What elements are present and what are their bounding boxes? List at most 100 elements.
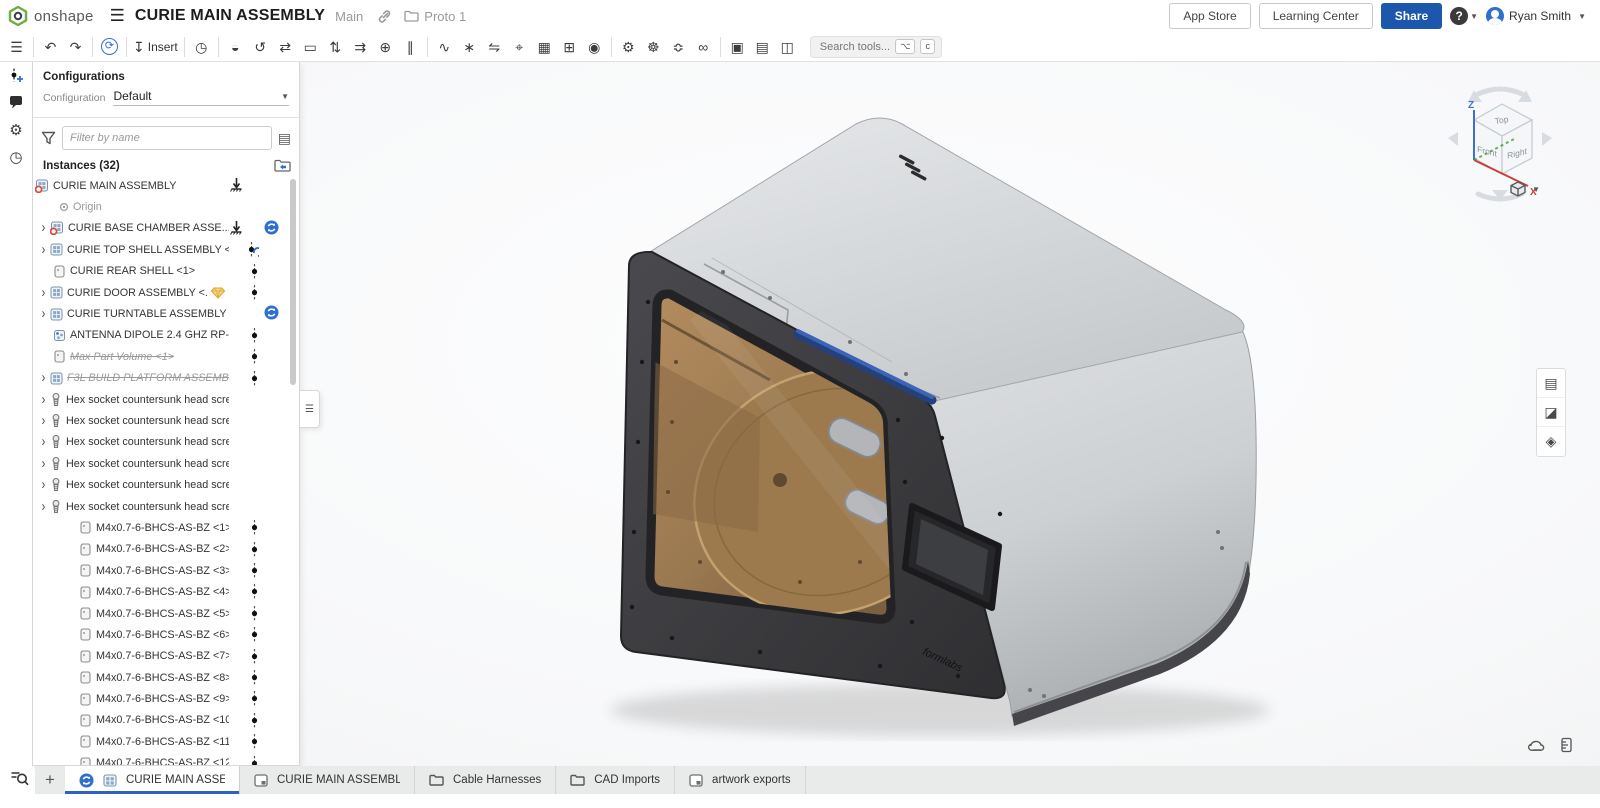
search-tools-input[interactable]: Search tools...⌥c — [810, 36, 942, 58]
onshape-logo[interactable]: onshape — [0, 6, 104, 26]
mate-icon[interactable] — [250, 562, 259, 579]
snap-mode-icon[interactable]: ⌖ — [507, 35, 532, 59]
gear-relation-icon[interactable]: ☸ — [641, 35, 666, 59]
insert-icon[interactable]: ↧Insert — [131, 35, 180, 59]
print-preview-icon[interactable] — [1528, 737, 1545, 758]
branch-name[interactable]: Main — [335, 9, 363, 24]
update-all-icon[interactable]: ⟳ — [97, 35, 122, 59]
link-icon[interactable] — [377, 9, 392, 24]
tree-item[interactable]: M4x0.7-6-BHCS-AS-BZ <7> — [33, 646, 299, 667]
learning-center-button[interactable]: Learning Center — [1259, 3, 1373, 29]
document-tab[interactable]: artwork exports — [675, 766, 806, 794]
mate-icon[interactable] — [250, 348, 259, 365]
view-options-button[interactable]: ▼ — [1509, 180, 1540, 198]
tree-item[interactable]: ›Hex socket countersunk head screw M4x..… — [33, 432, 299, 453]
planar-mate-icon[interactable]: ▭ — [298, 35, 323, 59]
mate-icon[interactable] — [250, 669, 259, 686]
update-icon[interactable] — [264, 305, 279, 320]
tree-item[interactable]: CURIE MAIN ASSEMBLY — [33, 175, 299, 196]
tree-item[interactable]: Origin — [33, 196, 299, 217]
tree-item[interactable]: ›CURIE TURNTABLE ASSEMBLY <... — [33, 303, 299, 324]
expand-arrow-icon[interactable]: › — [37, 499, 50, 515]
tree-item[interactable]: Max Part Volume <1> — [33, 346, 299, 367]
redo-icon[interactable]: ↷ — [63, 35, 88, 59]
view-cube[interactable]: Top Front Right Z X — [1430, 82, 1570, 207]
user-menu[interactable]: Ryan Smith ▼ — [1486, 7, 1586, 25]
linear-pattern-icon[interactable]: ▦ — [532, 35, 557, 59]
expand-arrow-icon[interactable]: › — [37, 306, 50, 322]
relation-icon[interactable]: ⚙ — [616, 35, 641, 59]
share-button[interactable]: Share — [1381, 3, 1442, 29]
expand-arrow-icon[interactable]: › — [37, 435, 50, 451]
versions-panel-icon[interactable]: ⚙ — [0, 116, 32, 143]
filter-icon[interactable] — [41, 131, 56, 145]
screw-relation-icon[interactable]: ≎ — [666, 35, 691, 59]
tree-item[interactable]: M4x0.7-6-BHCS-AS-BZ <1> — [33, 517, 299, 538]
document-tab[interactable]: CURIE MAIN ASSEM... — [65, 766, 240, 794]
cylindrical-mate-icon[interactable]: ⇅ — [323, 35, 348, 59]
tree-item[interactable]: M4x0.7-6-BHCS-AS-BZ <12> — [33, 753, 299, 765]
pin-slot-mate-icon[interactable]: ⇉ — [348, 35, 373, 59]
tree-item[interactable]: ›Hex socket countersunk head screw M4x..… — [33, 453, 299, 474]
mate-update-icon[interactable] — [247, 241, 259, 258]
mate-icon[interactable] — [250, 519, 259, 536]
update-icon[interactable] — [264, 220, 279, 235]
undo-icon[interactable]: ↶ — [38, 35, 63, 59]
tree-item[interactable]: M4x0.7-6-BHCS-AS-BZ <8> — [33, 667, 299, 688]
mate-icon[interactable] — [250, 541, 259, 558]
bom-table-icon[interactable]: ▤ — [1537, 369, 1565, 398]
tree-item[interactable]: M4x0.7-6-BHCS-AS-BZ <2> — [33, 539, 299, 560]
tree-item[interactable]: ›Hex socket countersunk head screw M4x..… — [33, 410, 299, 431]
tree-item[interactable]: M4x0.7-6-BHCS-AS-BZ <5> — [33, 603, 299, 624]
tree-item[interactable]: CURIE REAR SHELL <1> — [33, 261, 299, 282]
exploded-view-icon[interactable]: ◈ — [1537, 427, 1565, 456]
tree-item[interactable]: M4x0.7-6-BHCS-AS-BZ <10> — [33, 710, 299, 731]
belt-relation-icon[interactable]: ∞ — [691, 35, 716, 59]
scale-bar-icon[interactable] — [1559, 737, 1574, 758]
mate-icon[interactable] — [250, 370, 259, 387]
filter-input[interactable] — [62, 126, 272, 150]
replace-instance-icon[interactable]: ⇋ — [482, 35, 507, 59]
expand-arrow-icon[interactable]: › — [37, 242, 50, 258]
comments-panel-icon[interactable] — [0, 89, 32, 116]
add-tab-button[interactable]: + — [35, 766, 65, 794]
mate-icon[interactable] — [250, 690, 259, 707]
expand-arrow-icon[interactable]: › — [37, 221, 50, 237]
mate-icon[interactable] — [250, 648, 259, 665]
mate-icon[interactable] — [250, 605, 259, 622]
tree-item[interactable]: ANTENNA DIPOLE 2.4 GHZ RP-S... — [33, 325, 299, 346]
fastened-mate-icon[interactable]: ◒ — [223, 35, 248, 59]
mate-icon[interactable] — [250, 712, 259, 729]
appearance-icon[interactable]: ◉ — [582, 35, 607, 59]
scrollbar[interactable] — [290, 179, 296, 385]
project-folder[interactable]: Proto 1 — [404, 9, 466, 24]
bom-table-icon[interactable]: ⊞ — [557, 35, 582, 59]
edit-in-context-icon[interactable]: ▤ — [750, 35, 775, 59]
expand-arrow-icon[interactable]: › — [37, 392, 50, 408]
slider-mate-icon[interactable]: ⇄ — [273, 35, 298, 59]
tree-item[interactable]: ›Hex socket countersunk head screw M4x..… — [33, 389, 299, 410]
ball-mate-icon[interactable]: ⊕ — [373, 35, 398, 59]
expand-arrow-icon[interactable]: › — [37, 456, 50, 472]
interference-check-icon[interactable]: ◫ — [775, 35, 800, 59]
tree-item[interactable]: M4x0.7-6-BHCS-AS-BZ <4> — [33, 581, 299, 602]
help-menu[interactable]: ? ▼ — [1450, 7, 1478, 25]
tangent-mate-icon[interactable]: ∿ — [432, 35, 457, 59]
list-display-options-icon[interactable]: ▤ — [278, 130, 291, 147]
mate-icon[interactable] — [250, 284, 259, 301]
expand-arrow-icon[interactable]: › — [37, 477, 50, 493]
panel-collapse-handle[interactable]: ☰ — [300, 390, 320, 428]
mate-icon[interactable] — [250, 755, 259, 765]
tree-item[interactable]: M4x0.7-6-BHCS-AS-BZ <11> — [33, 731, 299, 752]
create-in-context-icon[interactable]: ▣ — [725, 35, 750, 59]
document-tab[interactable]: CAD Imports — [556, 766, 675, 794]
main-menu-icon[interactable]: ☰ — [104, 6, 135, 26]
expand-arrow-icon[interactable]: › — [37, 413, 50, 429]
folder-options-icon[interactable] — [274, 159, 291, 172]
document-tab[interactable]: Cable Harnesses — [415, 766, 556, 794]
section-view-icon[interactable]: ◪ — [1537, 398, 1565, 427]
tree-item[interactable]: M4x0.7-6-BHCS-AS-BZ <9> — [33, 688, 299, 709]
mate-icon[interactable] — [250, 327, 259, 344]
history-panel-icon[interactable]: ◷ — [0, 143, 32, 170]
configuration-select[interactable]: Default ▼ — [113, 89, 289, 106]
